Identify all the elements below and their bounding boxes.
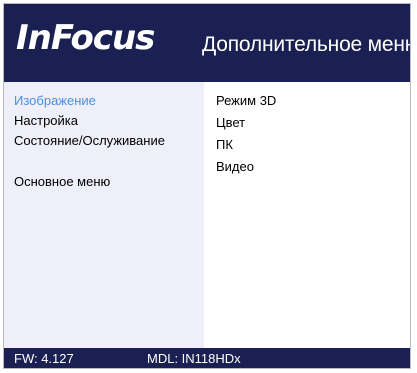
infocus-logo: InFocus (16, 18, 155, 58)
submenu-item-pc[interactable]: ПК (216, 137, 233, 152)
menu-title: Дополнительное меню (202, 33, 411, 56)
left-navigation: Изображение Настройка Состояние/Ослужива… (4, 82, 204, 348)
projector-osd-window: InFocus Дополнительное меню Изображение … (3, 3, 411, 369)
submenu-item-color[interactable]: Цвет (216, 115, 245, 130)
nav-item-main-menu[interactable]: Основное меню (14, 174, 110, 189)
nav-item-image[interactable]: Изображение (14, 93, 96, 108)
firmware-version: FW: 4.127 (14, 351, 74, 366)
model-number: MDL: IN118HDx (147, 351, 241, 366)
osd-header: InFocus Дополнительное меню (4, 4, 410, 82)
submenu-panel: Режим 3D Цвет ПК Видео (204, 82, 410, 348)
submenu-item-3d-mode[interactable]: Режим 3D (216, 93, 276, 108)
nav-item-status-service[interactable]: Состояние/Ослуживание (14, 133, 165, 148)
status-footer: FW: 4.127 MDL: IN118HDx (4, 348, 410, 368)
submenu-item-video[interactable]: Видео (216, 159, 254, 174)
nav-item-setup[interactable]: Настройка (14, 113, 78, 128)
